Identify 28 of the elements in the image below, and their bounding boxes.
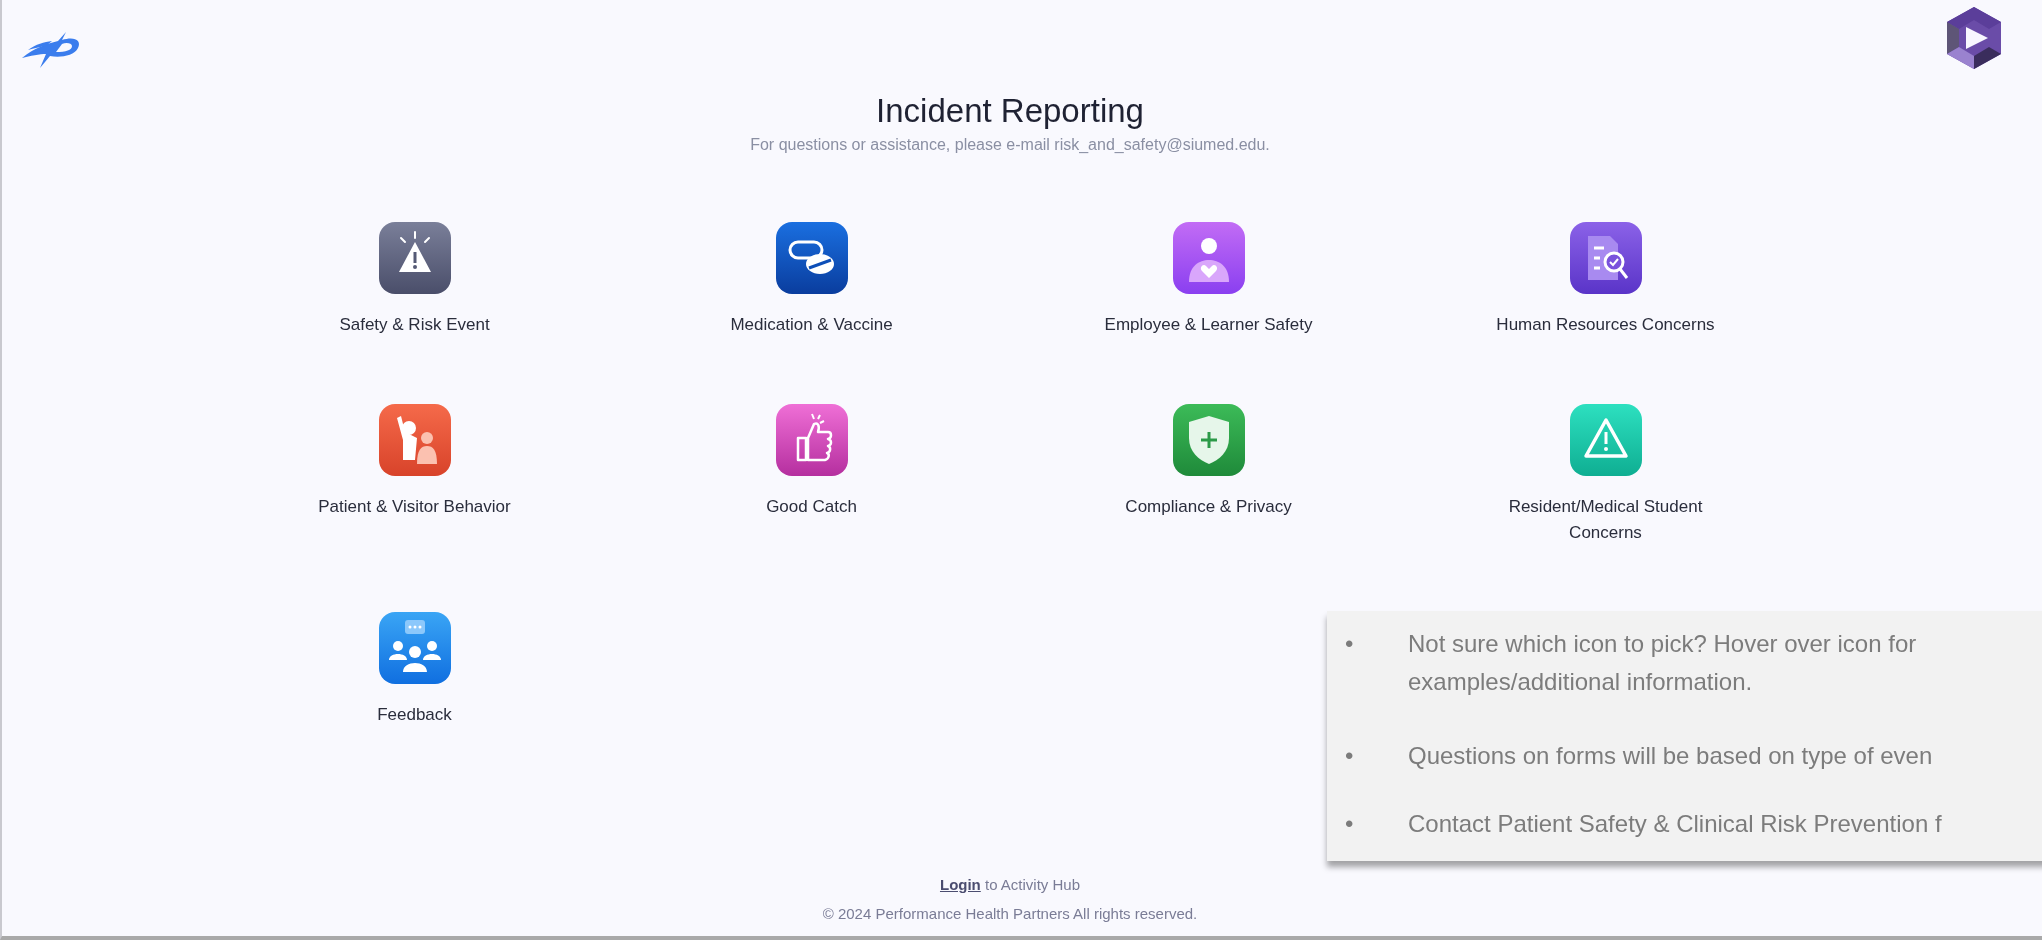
login-note: Login to Activity Hub (939, 876, 1080, 893)
category-label[interactable]: Compliance & Privacy (1078, 494, 1339, 520)
category-label[interactable]: Feedback (284, 702, 545, 728)
category-label[interactable]: Patient & Visitor Behavior (284, 494, 545, 520)
bullet-mark: • (1345, 741, 1355, 771)
pills-icon[interactable] (775, 222, 848, 294)
thumbs-up-icon[interactable] (775, 404, 848, 476)
group-chat-icon[interactable] (378, 612, 451, 684)
shield-plus-icon[interactable] (1172, 404, 1245, 476)
document-search-icon[interactable] (1569, 222, 1642, 294)
callout-text: Questions on forms will be based on type of even (1408, 741, 1934, 771)
category-label[interactable]: Employee & Learner Safety (1078, 312, 1339, 338)
category-label[interactable]: Resident/Medical Student Concerns (1475, 494, 1736, 546)
category-label[interactable]: Good Catch (681, 494, 942, 520)
page-title: Incident Reporting (876, 92, 1144, 130)
callout-text: Contact Patient Safety & Clinical Risk Prevention f (1408, 809, 1943, 839)
copyright-text: © 2024 Performance Health Partners All rights reserved. (822, 905, 1198, 922)
warning-icon[interactable] (378, 222, 451, 294)
category-label[interactable]: Medication & Vaccine (681, 312, 942, 338)
callout-text: Not sure which icon to pick? Hover over icon for examples/additional information. (1408, 629, 1918, 697)
hexagon-play-logo (1944, 5, 2004, 71)
login-link[interactable]: Login (939, 876, 981, 893)
bullet-mark: • (1345, 809, 1355, 839)
page-subtitle: For questions or assistance, please e-mail risk_and_safety@siumed.edu. (750, 136, 1270, 154)
bullet-mark: • (1345, 629, 1355, 659)
conflict-icon[interactable] (378, 404, 451, 476)
category-label[interactable]: Human Resources Concerns (1475, 312, 1736, 338)
category-label[interactable]: Safety & Risk Event (284, 312, 545, 338)
